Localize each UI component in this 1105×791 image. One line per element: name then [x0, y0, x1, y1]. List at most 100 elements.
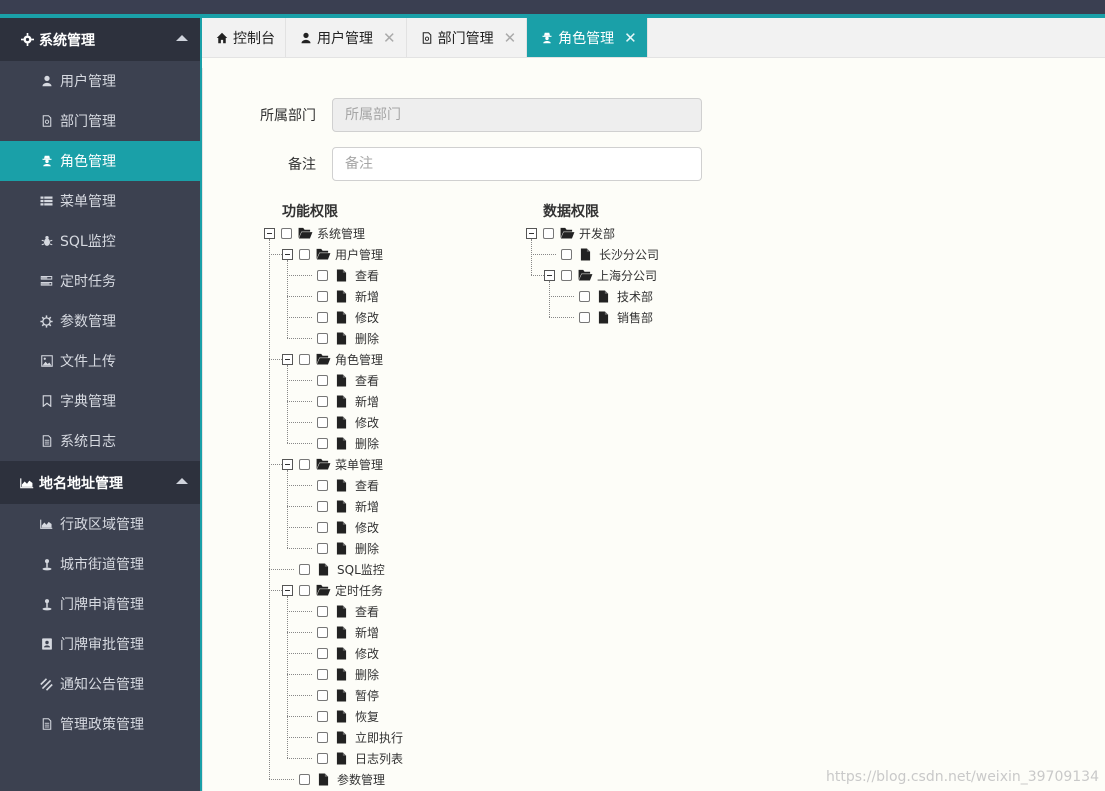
- sidebar-item-0-7[interactable]: 文件上传: [0, 341, 200, 381]
- tree-node[interactable]: 菜单管理: [282, 454, 482, 475]
- tree-node[interactable]: 新增: [300, 496, 500, 517]
- sidebar-item-1-3[interactable]: 门牌审批管理: [0, 624, 200, 664]
- tree-checkbox[interactable]: [317, 522, 328, 533]
- tree-node[interactable]: 查看: [300, 601, 500, 622]
- tree-checkbox[interactable]: [561, 249, 572, 260]
- sidebar-item-0-2[interactable]: 角色管理: [0, 141, 200, 181]
- sidebar-item-1-2[interactable]: 门牌申请管理: [0, 584, 200, 624]
- tree-checkbox[interactable]: [299, 249, 310, 260]
- tree-node[interactable]: 查看: [300, 475, 500, 496]
- sidebar-item-1-5[interactable]: 管理政策管理: [0, 704, 200, 744]
- tree-node[interactable]: 用户管理: [282, 244, 482, 265]
- close-icon[interactable]: ✕: [504, 29, 517, 47]
- tree-node[interactable]: 修改: [300, 412, 500, 433]
- tree-checkbox[interactable]: [561, 270, 572, 281]
- tree-checkbox[interactable]: [579, 291, 590, 302]
- dept-input[interactable]: [332, 98, 702, 132]
- tree-node[interactable]: 销售部: [562, 307, 762, 328]
- tree-node[interactable]: 新增: [300, 391, 500, 412]
- tree-checkbox[interactable]: [317, 753, 328, 764]
- tree-node[interactable]: 删除: [300, 328, 500, 349]
- sidebar-item-0-1[interactable]: 部门管理: [0, 101, 200, 141]
- tree-checkbox[interactable]: [317, 480, 328, 491]
- tree-checkbox[interactable]: [281, 228, 292, 239]
- caret-up-icon[interactable]: [176, 35, 188, 41]
- tree-checkbox[interactable]: [317, 501, 328, 512]
- tree-node[interactable]: 查看: [300, 370, 500, 391]
- tree-checkbox[interactable]: [543, 228, 554, 239]
- tree-checkbox[interactable]: [317, 627, 328, 638]
- tree-checkbox[interactable]: [317, 606, 328, 617]
- collapse-toggle-icon[interactable]: [544, 270, 555, 281]
- collapse-toggle-icon[interactable]: [264, 228, 275, 239]
- tree-node[interactable]: 删除: [300, 538, 500, 559]
- tab-0[interactable]: 控制台: [202, 18, 286, 57]
- sidebar-item-0-5[interactable]: 定时任务: [0, 261, 200, 301]
- tree-node[interactable]: 暂停: [300, 685, 500, 706]
- tree-node[interactable]: 删除: [300, 664, 500, 685]
- sidebar-item-0-3[interactable]: 菜单管理: [0, 181, 200, 221]
- tree-checkbox[interactable]: [299, 354, 310, 365]
- tree-node[interactable]: 参数管理: [282, 769, 482, 790]
- sidebar-item-1-4[interactable]: 通知公告管理: [0, 664, 200, 704]
- tree-node[interactable]: 技术部: [562, 286, 762, 307]
- tree-checkbox[interactable]: [317, 291, 328, 302]
- collapse-toggle-icon[interactable]: [282, 585, 293, 596]
- tree-checkbox[interactable]: [317, 438, 328, 449]
- tree-checkbox[interactable]: [317, 270, 328, 281]
- tree-node[interactable]: 恢复: [300, 706, 500, 727]
- sidebar-item-1-0[interactable]: 行政区域管理: [0, 504, 200, 544]
- collapse-toggle-icon[interactable]: [526, 228, 537, 239]
- tree-node[interactable]: 日志列表: [300, 748, 500, 769]
- sidebar-item-0-9[interactable]: 系统日志: [0, 421, 200, 461]
- tree-checkbox[interactable]: [579, 312, 590, 323]
- tree-checkbox[interactable]: [317, 690, 328, 701]
- tree-node[interactable]: 开发部: [526, 223, 726, 244]
- tree-node[interactable]: 删除: [300, 433, 500, 454]
- tree-node[interactable]: SQL监控: [282, 559, 482, 580]
- sidebar-item-0-0[interactable]: 用户管理: [0, 61, 200, 101]
- tree-node[interactable]: 立即执行: [300, 727, 500, 748]
- tree-node[interactable]: 角色管理: [282, 349, 482, 370]
- collapse-toggle-icon[interactable]: [282, 354, 293, 365]
- tree-checkbox[interactable]: [317, 417, 328, 428]
- tree-node[interactable]: 修改: [300, 643, 500, 664]
- tree-node[interactable]: 修改: [300, 307, 500, 328]
- caret-up-icon[interactable]: [176, 478, 188, 484]
- tree-checkbox[interactable]: [317, 543, 328, 554]
- tab-3[interactable]: 角色管理 ✕: [527, 18, 648, 57]
- tree-checkbox[interactable]: [299, 564, 310, 575]
- tree-checkbox[interactable]: [317, 396, 328, 407]
- sidebar-group-1[interactable]: 地名地址管理: [0, 461, 200, 504]
- sidebar-item-0-4[interactable]: SQL监控: [0, 221, 200, 261]
- tree-checkbox[interactable]: [299, 585, 310, 596]
- tree-node[interactable]: 长沙分公司: [544, 244, 744, 265]
- collapse-toggle-icon[interactable]: [282, 459, 293, 470]
- tree-checkbox[interactable]: [317, 711, 328, 722]
- sidebar-item-0-8[interactable]: 字典管理: [0, 381, 200, 421]
- remark-input[interactable]: [332, 147, 702, 181]
- tree-checkbox[interactable]: [317, 669, 328, 680]
- tree-checkbox[interactable]: [317, 732, 328, 743]
- tree-checkbox[interactable]: [299, 459, 310, 470]
- tree-checkbox[interactable]: [317, 312, 328, 323]
- tab-2[interactable]: 部门管理 ✕: [407, 18, 528, 57]
- tree-node[interactable]: 新增: [300, 286, 500, 307]
- collapse-toggle-icon[interactable]: [282, 249, 293, 260]
- tree-checkbox[interactable]: [317, 648, 328, 659]
- tree-checkbox[interactable]: [299, 774, 310, 785]
- tree-node[interactable]: 上海分公司: [544, 265, 744, 286]
- tree-node[interactable]: 新增: [300, 622, 500, 643]
- tree-node[interactable]: 查看: [300, 265, 500, 286]
- sidebar-item-0-6[interactable]: 参数管理: [0, 301, 200, 341]
- sidebar-item-1-1[interactable]: 城市街道管理: [0, 544, 200, 584]
- tree-node[interactable]: 系统管理: [264, 223, 464, 244]
- tree-node[interactable]: 定时任务: [282, 580, 482, 601]
- tree-checkbox[interactable]: [317, 333, 328, 344]
- tree-node[interactable]: 修改: [300, 517, 500, 538]
- tree-checkbox[interactable]: [317, 375, 328, 386]
- tab-1[interactable]: 用户管理 ✕: [286, 18, 407, 57]
- sidebar-group-0[interactable]: 系统管理: [0, 18, 200, 61]
- close-icon[interactable]: ✕: [383, 29, 396, 47]
- close-icon[interactable]: ✕: [624, 29, 637, 47]
